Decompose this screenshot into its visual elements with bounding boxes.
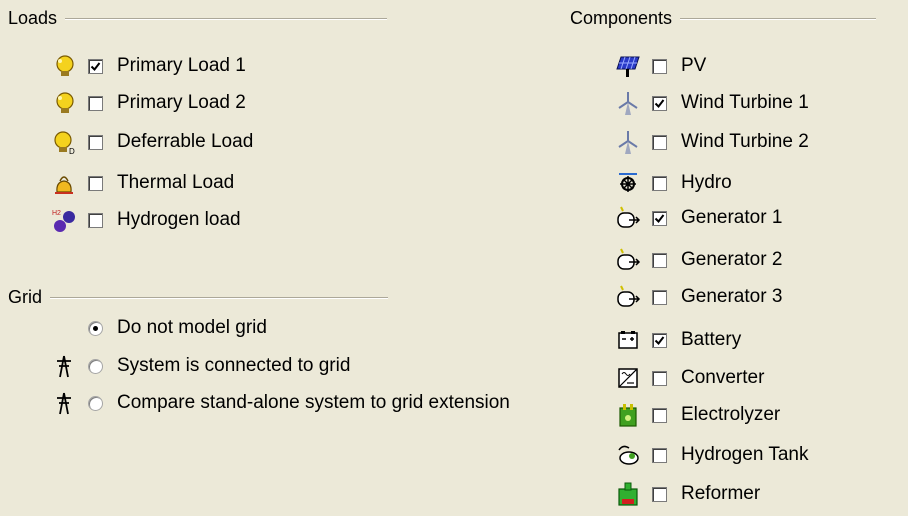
component-row-hydro[interactable]: Hydro [614, 168, 732, 198]
pv-checkbox[interactable] [652, 58, 667, 74]
component-row-converter[interactable]: Converter [614, 363, 764, 393]
converter-label: Converter [681, 367, 765, 388]
hydrogen-load-label: Hydrogen load [117, 209, 241, 230]
grid-option-compare[interactable]: Compare stand-alone system to grid exten… [50, 388, 510, 418]
battery-label: Battery [681, 329, 742, 350]
connected-to-grid-label: System is connected to grid [117, 355, 351, 376]
deferrable-load-label: Deferrable Load [117, 131, 254, 152]
svg-text:D: D [69, 147, 75, 155]
components-group-title: Components [570, 8, 877, 29]
load-row-deferrable[interactable]: D Deferrable Load [50, 127, 253, 157]
battery-icon [614, 326, 642, 354]
hydrogen-load-checkbox[interactable] [88, 212, 103, 228]
grid-title-label: Grid [8, 287, 43, 307]
loads-divider [65, 17, 388, 20]
electrolyzer-icon [614, 401, 642, 429]
grid-option-no-icon [50, 314, 78, 342]
generator-1-checkbox[interactable] [652, 210, 667, 226]
radio-selected-dot [93, 325, 98, 331]
grid-divider [50, 296, 389, 299]
component-row-hydrogen-tank[interactable]: Hydrogen Tank [614, 440, 808, 470]
converter-checkbox[interactable] [652, 370, 667, 386]
generator-1-label: Generator 1 [681, 207, 783, 228]
hydrogen-molecule-icon: H2 [50, 206, 78, 234]
load-row-primary-1[interactable]: Primary Load 1 [50, 51, 246, 81]
equipment-panel: Loads Primary Load 1 Primary Load 2 D De… [0, 0, 908, 516]
generator-icon [614, 283, 642, 311]
hydrogen-tank-checkbox[interactable] [652, 447, 667, 463]
component-row-pv[interactable]: PV [614, 51, 706, 81]
compare-grid-extension-label: Compare stand-alone system to grid exten… [117, 392, 510, 413]
battery-checkbox[interactable] [652, 332, 667, 348]
components-divider [680, 17, 877, 20]
hydrogen-tank-icon [614, 441, 642, 469]
component-row-electrolyzer[interactable]: Electrolyzer [614, 400, 780, 430]
component-row-generator-1[interactable]: Generator 1 [614, 203, 782, 233]
hydrogen-tank-label: Hydrogen Tank [681, 444, 809, 465]
load-row-primary-2[interactable]: Primary Load 2 [50, 88, 246, 118]
hydro-turbine-icon [614, 169, 642, 197]
grid-option-connected[interactable]: System is connected to grid [50, 351, 350, 381]
svg-text:H2: H2 [52, 210, 61, 217]
primary-load-2-checkbox[interactable] [88, 95, 103, 111]
generator-3-label: Generator 3 [681, 286, 783, 307]
component-row-reformer[interactable]: Reformer [614, 479, 760, 509]
component-row-generator-2[interactable]: Generator 2 [614, 245, 782, 275]
grid-group-title: Grid [8, 287, 389, 308]
primary-load-1-label: Primary Load 1 [117, 55, 246, 76]
pv-panel-icon [614, 52, 642, 80]
do-not-model-grid-label: Do not model grid [117, 317, 267, 338]
grid-tower-icon [50, 389, 78, 417]
loads-group-title: Loads [8, 8, 388, 29]
grid-option-no-model[interactable]: Do not model grid [50, 313, 267, 343]
wind-turbine-2-checkbox[interactable] [652, 134, 667, 150]
reformer-checkbox[interactable] [652, 486, 667, 502]
generator-2-label: Generator 2 [681, 249, 783, 270]
component-row-wind-1[interactable]: Wind Turbine 1 [614, 88, 809, 118]
loads-title-label: Loads [8, 8, 58, 28]
component-row-wind-2[interactable]: Wind Turbine 2 [614, 127, 809, 157]
load-row-hydrogen[interactable]: H2 Hydrogen load [50, 205, 241, 235]
do-not-model-grid-radio[interactable] [88, 320, 103, 336]
thermal-load-checkbox[interactable] [88, 175, 103, 191]
generator-3-checkbox[interactable] [652, 289, 667, 305]
electrolyzer-label: Electrolyzer [681, 404, 781, 425]
wind-turbine-2-label: Wind Turbine 2 [681, 131, 809, 152]
component-row-generator-3[interactable]: Generator 3 [614, 282, 782, 312]
generator-icon [614, 246, 642, 274]
primary-load-2-label: Primary Load 2 [117, 92, 246, 113]
electrolyzer-checkbox[interactable] [652, 407, 667, 423]
generator-icon [614, 204, 642, 232]
deferrable-load-bulb-icon: D [50, 128, 78, 156]
load-row-thermal[interactable]: Thermal Load [50, 168, 234, 198]
wind-turbine-1-label: Wind Turbine 1 [681, 92, 809, 113]
connected-to-grid-radio[interactable] [88, 358, 103, 374]
grid-tower-icon [50, 352, 78, 380]
reformer-label: Reformer [681, 483, 761, 504]
thermal-load-kettle-icon [50, 169, 78, 197]
primary-load-bulb-icon [50, 89, 78, 117]
converter-icon [614, 364, 642, 392]
pv-label: PV [681, 55, 707, 76]
wind-turbine-icon [614, 89, 642, 117]
wind-turbine-icon [614, 128, 642, 156]
primary-load-bulb-icon [50, 52, 78, 80]
hydro-label: Hydro [681, 172, 732, 193]
component-row-battery[interactable]: Battery [614, 325, 741, 355]
components-title-label: Components [570, 8, 673, 28]
wind-turbine-1-checkbox[interactable] [652, 95, 667, 111]
primary-load-1-checkbox[interactable] [88, 58, 103, 74]
hydro-checkbox[interactable] [652, 175, 667, 191]
generator-2-checkbox[interactable] [652, 252, 667, 268]
reformer-icon [614, 480, 642, 508]
compare-grid-extension-radio[interactable] [88, 395, 103, 411]
deferrable-load-checkbox[interactable] [88, 134, 103, 150]
thermal-load-label: Thermal Load [117, 172, 235, 193]
